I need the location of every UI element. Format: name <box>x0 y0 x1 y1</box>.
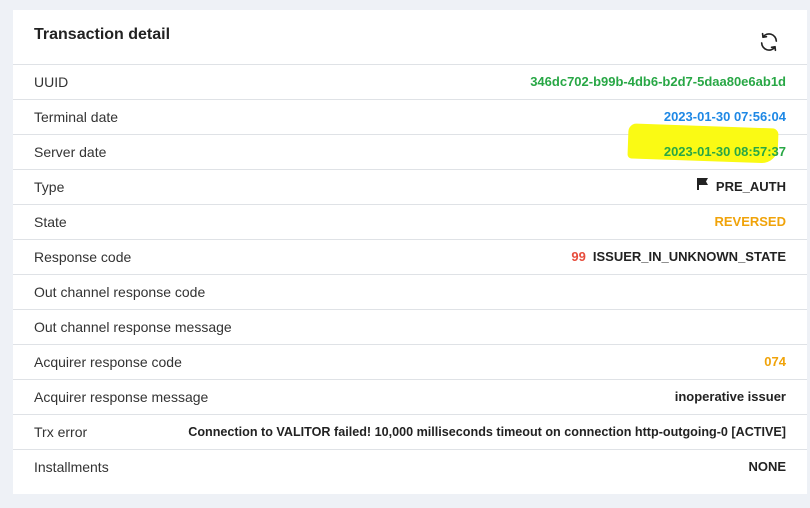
server-date-value: 2023-01-30 08:57:37 <box>663 144 786 159</box>
installments-value: NONE <box>748 459 786 474</box>
response-code-label: Response code <box>34 249 132 265</box>
row-type: Type PRE_AUTH <box>13 170 807 205</box>
row-installments: Installments NONE <box>13 450 807 485</box>
refresh-icon[interactable] <box>758 31 780 53</box>
trx-error-value: Connection to VALITOR failed! 10,000 mil… <box>188 425 786 439</box>
row-trx-error: Trx error Connection to VALITOR failed! … <box>13 415 807 450</box>
installments-label: Installments <box>34 459 109 475</box>
response-code-number: 99 <box>571 249 586 264</box>
uuid-label: UUID <box>34 74 69 90</box>
uuid-value: 346dc702-b99b-4db6-b2d7-5daa80e6ab1d <box>530 74 786 89</box>
out-channel-response-code-label: Out channel response code <box>34 284 206 300</box>
row-state: State REVERSED <box>13 205 807 240</box>
card-header: Transaction detail <box>13 10 807 65</box>
transaction-detail-card: Transaction detail UUID 346dc702-b99b-4d… <box>13 10 807 494</box>
row-acquirer-response-code: Acquirer response code 074 <box>13 345 807 380</box>
row-out-channel-response-message: Out channel response message <box>13 310 807 345</box>
acquirer-response-message-label: Acquirer response message <box>34 389 209 405</box>
trx-error-label: Trx error <box>34 424 88 440</box>
type-value: PRE_AUTH <box>715 179 786 194</box>
row-out-channel-response-code: Out channel response code <box>13 275 807 310</box>
state-value: REVERSED <box>714 214 786 229</box>
response-code-value: ISSUER_IN_UNKNOWN_STATE <box>592 249 786 264</box>
row-acquirer-response-message: Acquirer response message inoperative is… <box>13 380 807 415</box>
out-channel-response-message-label: Out channel response message <box>34 319 232 335</box>
terminal-date-label: Terminal date <box>34 109 119 125</box>
row-server-date: Server date 2023-01-30 08:57:37 <box>13 135 807 170</box>
acquirer-response-message-value: inoperative issuer <box>674 389 786 404</box>
acquirer-response-code-value: 074 <box>764 354 786 369</box>
row-response-code: Response code 99 ISSUER_IN_UNKNOWN_STATE <box>13 240 807 275</box>
response-code-wrap: 99 ISSUER_IN_UNKNOWN_STATE <box>571 240 786 274</box>
state-label: State <box>34 214 67 230</box>
server-date-label: Server date <box>34 144 107 160</box>
type-value-wrap: PRE_AUTH <box>696 170 786 204</box>
acquirer-response-code-label: Acquirer response code <box>34 354 182 370</box>
type-label: Type <box>34 179 65 195</box>
row-uuid: UUID 346dc702-b99b-4db6-b2d7-5daa80e6ab1… <box>13 65 807 100</box>
card-title: Transaction detail <box>34 26 171 43</box>
flag-icon <box>696 170 710 204</box>
